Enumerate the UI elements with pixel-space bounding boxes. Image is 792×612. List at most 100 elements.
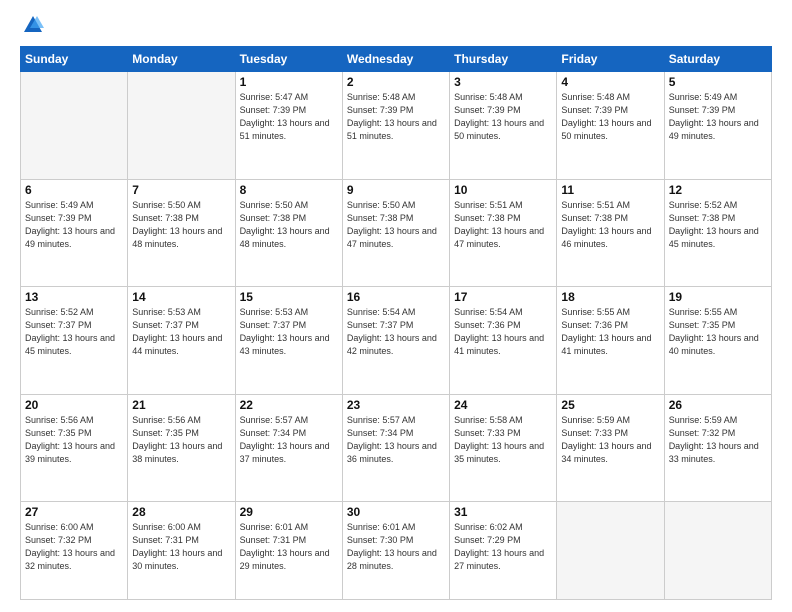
day-number: 30 xyxy=(347,505,445,519)
calendar-cell: 7 Sunrise: 5:50 AM Sunset: 7:38 PM Daylig… xyxy=(128,179,235,287)
day-number: 9 xyxy=(347,183,445,197)
calendar-table: SundayMondayTuesdayWednesdayThursdayFrid… xyxy=(20,46,772,600)
calendar-cell: 23Sunrise: 5:57 AM Sunset: 7:34 PM Dayli… xyxy=(342,394,449,502)
day-info: Sunrise: 6:00 AM Sunset: 7:31 PM Dayligh… xyxy=(132,521,230,573)
weekday-header-monday: Monday xyxy=(128,47,235,72)
day-info: Sunrise: 5:53 AM Sunset: 7:37 PM Dayligh… xyxy=(240,306,338,358)
weekday-header-sunday: Sunday xyxy=(21,47,128,72)
calendar-cell: 22 Sunrise: 5:57 AM Sunset: 7:34 PM Dayli… xyxy=(235,394,342,502)
day-number: 7 xyxy=(132,183,230,197)
calendar-cell: 21 Sunrise: 5:56 AM Sunset: 7:35 PM Dayli… xyxy=(128,394,235,502)
day-number: 24 xyxy=(454,398,552,412)
weekday-header-friday: Friday xyxy=(557,47,664,72)
day-info: Sunrise: 5:48 AM Sunset: 7:39 PM Dayligh… xyxy=(347,91,445,143)
calendar-cell: 30Sunrise: 6:01 AM Sunset: 7:30 PM Dayli… xyxy=(342,502,449,600)
calendar-cell xyxy=(557,502,664,600)
day-info: Sunrise: 5:58 AM Sunset: 7:33 PM Dayligh… xyxy=(454,414,552,466)
day-number: 17 xyxy=(454,290,552,304)
day-info: Sunrise: 5:47 AM Sunset: 7:39 PM Dayligh… xyxy=(240,91,338,143)
day-number: 19 xyxy=(669,290,767,304)
day-number: 28 xyxy=(132,505,230,519)
day-number: 12 xyxy=(669,183,767,197)
calendar-cell xyxy=(21,72,128,180)
calendar-cell: 15 Sunrise: 5:53 AM Sunset: 7:37 PM Dayli… xyxy=(235,287,342,395)
calendar-cell: 8 Sunrise: 5:50 AM Sunset: 7:38 PM Daylig… xyxy=(235,179,342,287)
day-info: Sunrise: 5:52 AM Sunset: 7:37 PM Dayligh… xyxy=(25,306,123,358)
day-number: 16 xyxy=(347,290,445,304)
day-number: 21 xyxy=(132,398,230,412)
calendar-cell: 10 Sunrise: 5:51 AM Sunset: 7:38 PM Dayli… xyxy=(450,179,557,287)
day-number: 2 xyxy=(347,75,445,89)
weekday-header-wednesday: Wednesday xyxy=(342,47,449,72)
calendar-cell: 12 Sunrise: 5:52 AM Sunset: 7:38 PM Dayli… xyxy=(664,179,771,287)
day-info: Sunrise: 6:01 AM Sunset: 7:31 PM Dayligh… xyxy=(240,521,338,573)
day-info: Sunrise: 5:55 AM Sunset: 7:35 PM Dayligh… xyxy=(669,306,767,358)
day-number: 14 xyxy=(132,290,230,304)
day-info: Sunrise: 5:53 AM Sunset: 7:37 PM Dayligh… xyxy=(132,306,230,358)
day-number: 26 xyxy=(669,398,767,412)
day-number: 3 xyxy=(454,75,552,89)
calendar-cell: 25Sunrise: 5:59 AM Sunset: 7:33 PM Dayli… xyxy=(557,394,664,502)
day-number: 6 xyxy=(25,183,123,197)
day-number: 1 xyxy=(240,75,338,89)
day-info: Sunrise: 5:56 AM Sunset: 7:35 PM Dayligh… xyxy=(132,414,230,466)
day-info: Sunrise: 5:54 AM Sunset: 7:36 PM Dayligh… xyxy=(454,306,552,358)
calendar-cell xyxy=(128,72,235,180)
day-info: Sunrise: 5:54 AM Sunset: 7:37 PM Dayligh… xyxy=(347,306,445,358)
day-info: Sunrise: 5:50 AM Sunset: 7:38 PM Dayligh… xyxy=(240,199,338,251)
day-info: Sunrise: 5:59 AM Sunset: 7:32 PM Dayligh… xyxy=(669,414,767,466)
calendar-cell: 20Sunrise: 5:56 AM Sunset: 7:35 PM Dayli… xyxy=(21,394,128,502)
header xyxy=(20,16,772,36)
calendar-cell: 26 Sunrise: 5:59 AM Sunset: 7:32 PM Dayli… xyxy=(664,394,771,502)
day-number: 23 xyxy=(347,398,445,412)
day-info: Sunrise: 6:02 AM Sunset: 7:29 PM Dayligh… xyxy=(454,521,552,573)
calendar-cell: 29Sunrise: 6:01 AM Sunset: 7:31 PM Dayli… xyxy=(235,502,342,600)
calendar-header-row: SundayMondayTuesdayWednesdayThursdayFrid… xyxy=(21,47,772,72)
calendar-cell: 24 Sunrise: 5:58 AM Sunset: 7:33 PM Dayli… xyxy=(450,394,557,502)
day-number: 20 xyxy=(25,398,123,412)
day-info: Sunrise: 5:48 AM Sunset: 7:39 PM Dayligh… xyxy=(454,91,552,143)
calendar-cell: 16 Sunrise: 5:54 AM Sunset: 7:37 PM Dayli… xyxy=(342,287,449,395)
calendar-week-5: 27 Sunrise: 6:00 AM Sunset: 7:32 PM Dayli… xyxy=(21,502,772,600)
page: SundayMondayTuesdayWednesdayThursdayFrid… xyxy=(0,0,792,612)
day-number: 5 xyxy=(669,75,767,89)
weekday-header-saturday: Saturday xyxy=(664,47,771,72)
calendar-week-1: 1 Sunrise: 5:47 AM Sunset: 7:39 PM Daylig… xyxy=(21,72,772,180)
day-info: Sunrise: 5:49 AM Sunset: 7:39 PM Dayligh… xyxy=(669,91,767,143)
day-info: Sunrise: 5:50 AM Sunset: 7:38 PM Dayligh… xyxy=(132,199,230,251)
day-info: Sunrise: 5:51 AM Sunset: 7:38 PM Dayligh… xyxy=(561,199,659,251)
weekday-header-tuesday: Tuesday xyxy=(235,47,342,72)
day-info: Sunrise: 6:00 AM Sunset: 7:32 PM Dayligh… xyxy=(25,521,123,573)
calendar-cell: 17 Sunrise: 5:54 AM Sunset: 7:36 PM Dayli… xyxy=(450,287,557,395)
day-number: 10 xyxy=(454,183,552,197)
calendar-cell: 14 Sunrise: 5:53 AM Sunset: 7:37 PM Dayli… xyxy=(128,287,235,395)
day-number: 18 xyxy=(561,290,659,304)
day-number: 13 xyxy=(25,290,123,304)
day-number: 4 xyxy=(561,75,659,89)
day-info: Sunrise: 5:48 AM Sunset: 7:39 PM Dayligh… xyxy=(561,91,659,143)
day-info: Sunrise: 5:50 AM Sunset: 7:38 PM Dayligh… xyxy=(347,199,445,251)
day-info: Sunrise: 5:51 AM Sunset: 7:38 PM Dayligh… xyxy=(454,199,552,251)
calendar-week-4: 20 Sunrise: 5:56 AM Sunset: 7:35 PM Dayli… xyxy=(21,394,772,502)
day-info: Sunrise: 5:49 AM Sunset: 7:39 PM Dayligh… xyxy=(25,199,123,251)
calendar-cell: 9 Sunrise: 5:50 AM Sunset: 7:38 PM Daylig… xyxy=(342,179,449,287)
logo xyxy=(20,16,44,36)
calendar-cell: 18Sunrise: 5:55 AM Sunset: 7:36 PM Dayli… xyxy=(557,287,664,395)
logo-icon xyxy=(22,14,44,36)
day-info: Sunrise: 5:52 AM Sunset: 7:38 PM Dayligh… xyxy=(669,199,767,251)
calendar-cell: 31Sunrise: 6:02 AM Sunset: 7:29 PM Dayli… xyxy=(450,502,557,600)
day-number: 11 xyxy=(561,183,659,197)
calendar-cell: 2 Sunrise: 5:48 AM Sunset: 7:39 PM Daylig… xyxy=(342,72,449,180)
day-number: 22 xyxy=(240,398,338,412)
day-number: 15 xyxy=(240,290,338,304)
calendar-cell: 3 Sunrise: 5:48 AM Sunset: 7:39 PM Daylig… xyxy=(450,72,557,180)
day-info: Sunrise: 5:57 AM Sunset: 7:34 PM Dayligh… xyxy=(240,414,338,466)
calendar-cell: 1 Sunrise: 5:47 AM Sunset: 7:39 PM Daylig… xyxy=(235,72,342,180)
calendar-week-3: 13 Sunrise: 5:52 AM Sunset: 7:37 PM Dayli… xyxy=(21,287,772,395)
day-number: 27 xyxy=(25,505,123,519)
calendar-cell xyxy=(664,502,771,600)
calendar-cell: 11 Sunrise: 5:51 AM Sunset: 7:38 PM Dayli… xyxy=(557,179,664,287)
calendar-cell: 6 Sunrise: 5:49 AM Sunset: 7:39 PM Daylig… xyxy=(21,179,128,287)
day-number: 8 xyxy=(240,183,338,197)
calendar-cell: 27 Sunrise: 6:00 AM Sunset: 7:32 PM Dayli… xyxy=(21,502,128,600)
